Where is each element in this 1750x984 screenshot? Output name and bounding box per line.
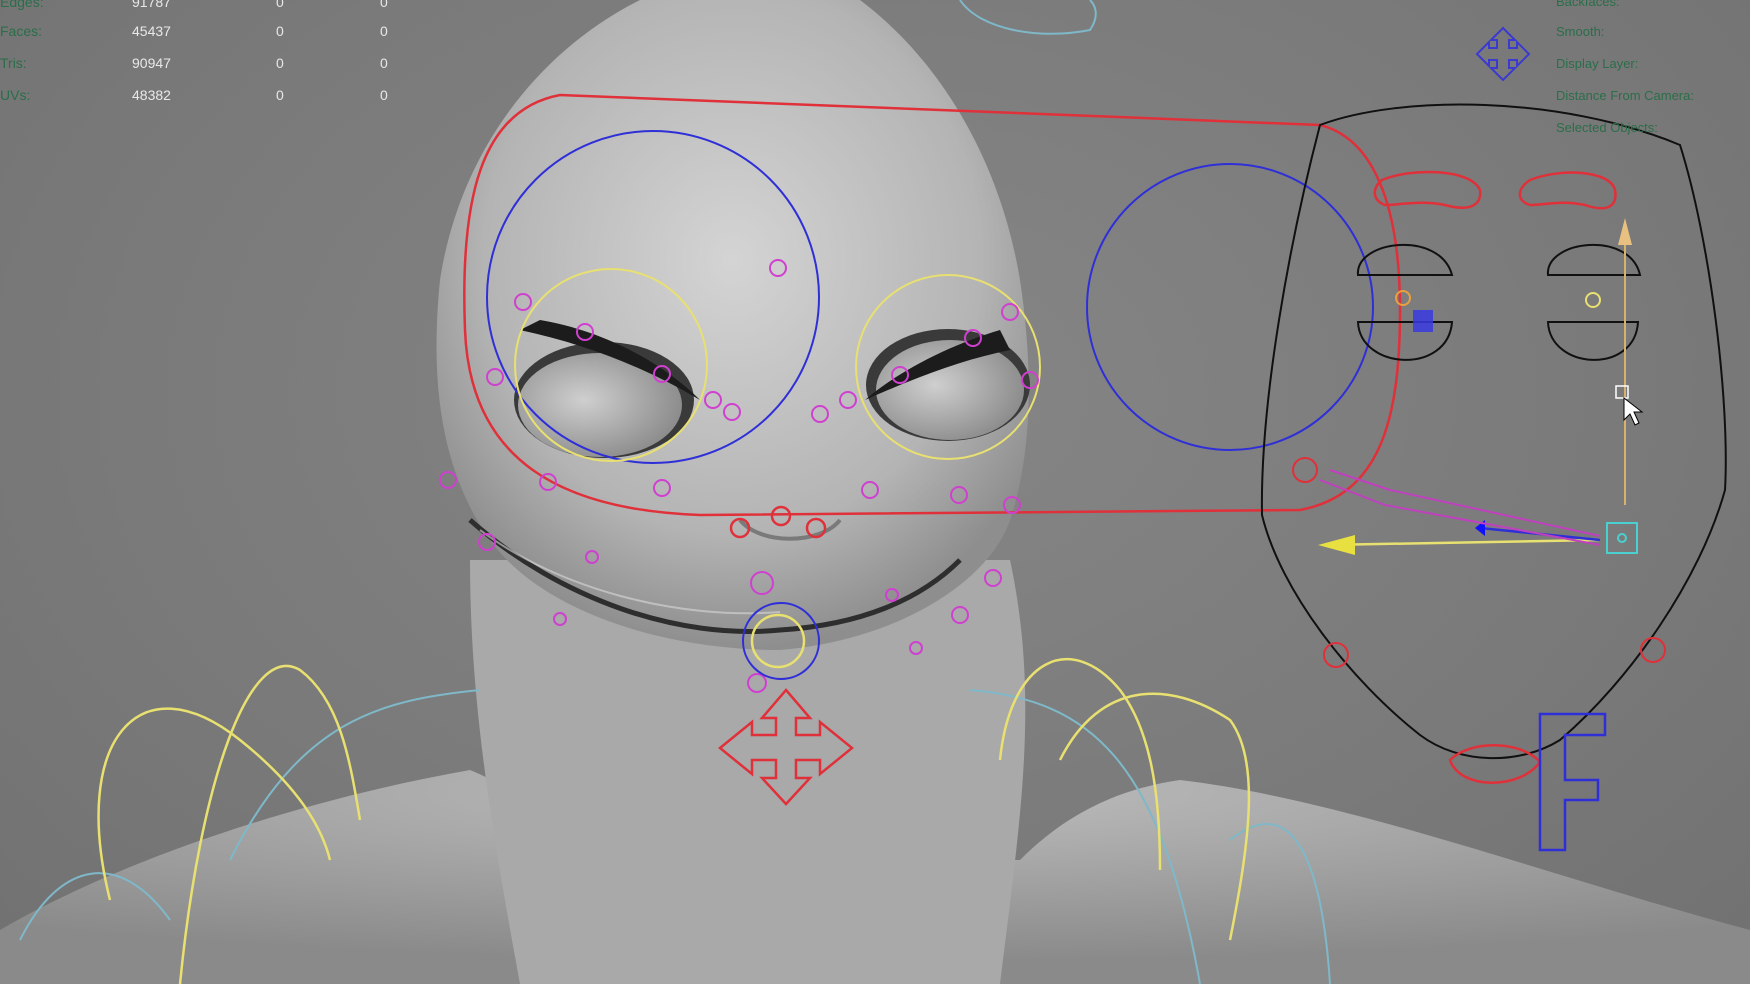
right-upper-lid-control[interactable] bbox=[1546, 243, 1642, 276]
face-ui-outline bbox=[1260, 103, 1727, 760]
mode-f-icon[interactable] bbox=[1538, 712, 1607, 852]
hud-info-line: Distance From Camera: bbox=[1556, 88, 1694, 103]
3d-viewport[interactable]: Edges: 91787 0 0 Faces: 45437 0 0 Tris: … bbox=[0, 0, 1750, 984]
hud-value: 0 bbox=[380, 0, 388, 10]
hud-value: 0 bbox=[380, 55, 388, 71]
left-pupil-control[interactable] bbox=[1395, 290, 1411, 306]
hud-label: Edges: bbox=[0, 0, 44, 10]
hud-value: 0 bbox=[276, 23, 284, 39]
hud-info-line: Smooth: bbox=[1556, 24, 1605, 39]
left-upper-lid-control[interactable] bbox=[1356, 243, 1454, 276]
hud-value: 0 bbox=[380, 23, 388, 39]
eye-aim-control[interactable] bbox=[1086, 163, 1374, 451]
hud-row-tris: Tris: 90947 0 0 bbox=[0, 55, 420, 73]
hud-value: 48382 bbox=[132, 87, 171, 103]
poly-count-hud: Edges: 91787 0 0 Faces: 45437 0 0 Tris: … bbox=[0, 0, 420, 110]
hud-info-line: Selected Objects: bbox=[1556, 120, 1658, 135]
move-manipulator-icon[interactable] bbox=[1475, 26, 1531, 82]
left-brow-control[interactable] bbox=[1373, 170, 1482, 209]
hud-info-line: Backfaces: bbox=[1556, 0, 1620, 9]
hud-label: Tris: bbox=[0, 55, 27, 71]
hud-value: 45437 bbox=[132, 23, 171, 39]
hud-row-uvs: UVs: 48382 0 0 bbox=[0, 87, 420, 105]
hud-value: 0 bbox=[276, 0, 284, 10]
hud-value: 0 bbox=[276, 87, 284, 103]
hud-value: 0 bbox=[380, 87, 388, 103]
selected-blue-box[interactable] bbox=[1413, 310, 1433, 332]
hud-row-faces: Faces: 45437 0 0 bbox=[0, 23, 420, 41]
hud-label: UVs: bbox=[0, 87, 31, 103]
right-eye bbox=[865, 329, 1030, 441]
hud-value: 91787 bbox=[132, 0, 171, 10]
hud-row-edges: Edges: 91787 0 0 bbox=[0, 0, 420, 12]
hud-value: 90947 bbox=[132, 55, 171, 71]
mouth-shape-control[interactable] bbox=[1448, 744, 1542, 784]
right-brow-control[interactable] bbox=[1518, 171, 1617, 210]
character-head bbox=[436, 0, 1029, 650]
hud-label: Faces: bbox=[0, 23, 43, 39]
mouse-cursor-icon bbox=[1615, 385, 1644, 426]
right-pupil-control[interactable] bbox=[1585, 292, 1601, 308]
scene-canvas[interactable] bbox=[0, 0, 1750, 984]
object-details-hud: Backfaces: Smooth: Display Layer: Distan… bbox=[1556, 0, 1750, 140]
manipulator-handle[interactable] bbox=[1606, 522, 1638, 554]
hud-info-line: Display Layer: bbox=[1556, 56, 1639, 71]
hud-value: 0 bbox=[276, 55, 284, 71]
